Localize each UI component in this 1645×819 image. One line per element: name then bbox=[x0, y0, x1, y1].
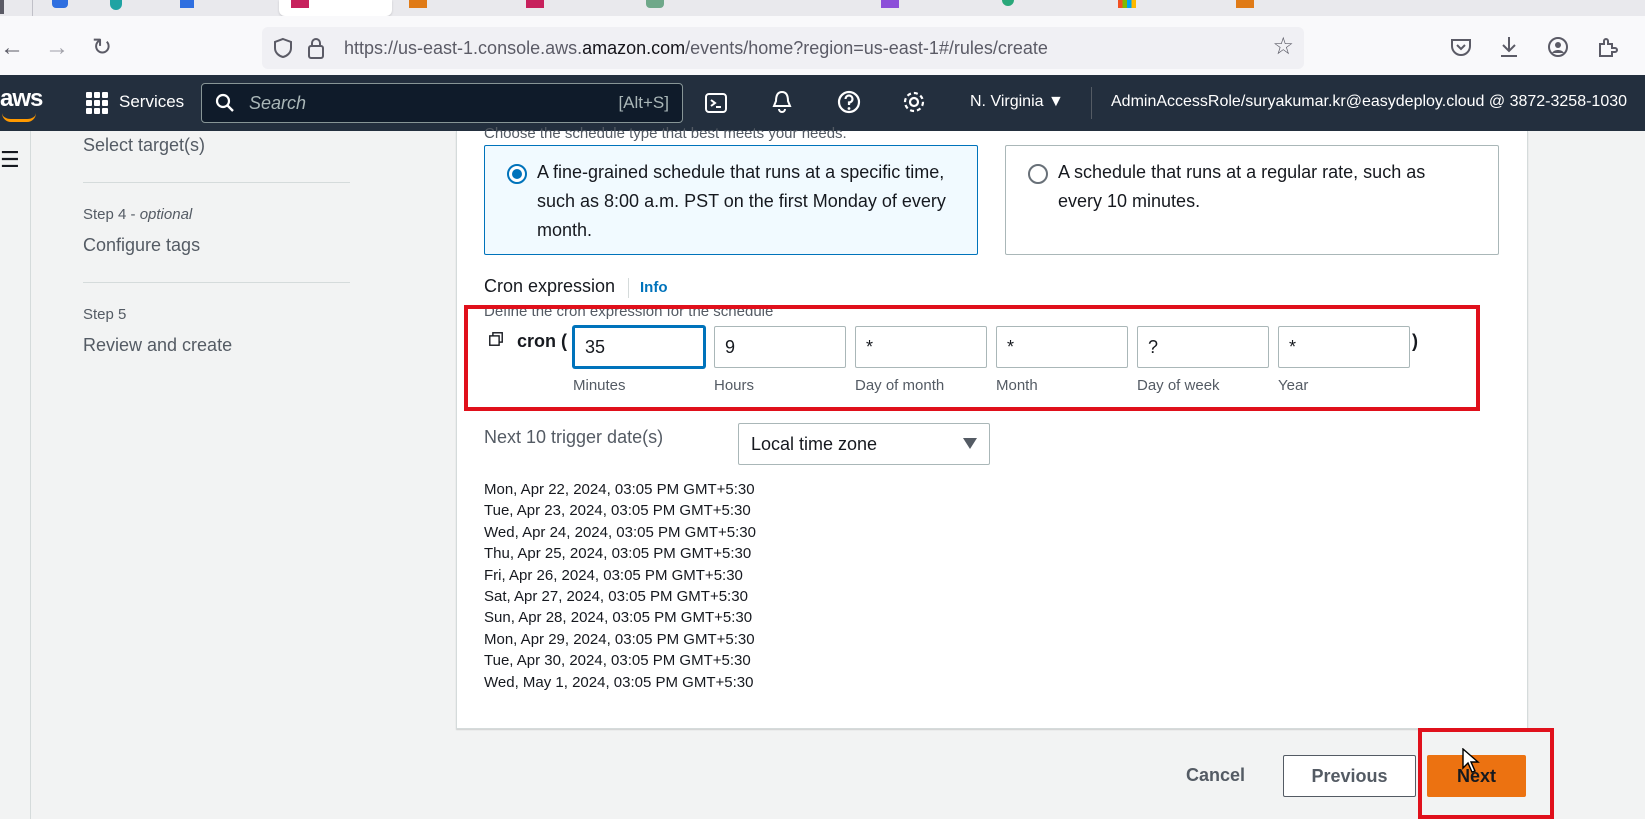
active-tab[interactable] bbox=[279, 0, 392, 16]
services-grid-icon[interactable] bbox=[86, 92, 108, 114]
shield-icon[interactable] bbox=[272, 37, 294, 59]
forward-icon[interactable]: → bbox=[45, 36, 69, 60]
aws-logo-smile bbox=[2, 113, 36, 122]
tab-favicon[interactable] bbox=[409, 0, 427, 8]
next-trigger-dates-label: Next 10 trigger date(s) bbox=[484, 427, 664, 447]
trigger-date-list: Mon, Apr 22, 2024, 03:05 PM GMT+5:30 Tue… bbox=[484, 479, 756, 693]
caret-down-icon bbox=[963, 438, 977, 449]
schedule-type-description: Choose the schedule type that best meets… bbox=[484, 125, 847, 142]
highlight-box-cron bbox=[464, 305, 1480, 411]
search-input[interactable]: Search [Alt+S] bbox=[201, 83, 683, 123]
url-text[interactable]: https://us-east-1.console.aws.amazon.com… bbox=[344, 38, 1048, 59]
account-menu[interactable]: AdminAccessRole/suryakumar.kr@easydeploy… bbox=[1111, 93, 1627, 111]
highlight-box-next bbox=[1418, 728, 1554, 819]
step-select-targets[interactable]: Select target(s) bbox=[83, 135, 205, 156]
tab-favicon[interactable] bbox=[1236, 0, 1254, 8]
step-divider bbox=[83, 282, 350, 283]
back-icon[interactable]: ← bbox=[0, 36, 24, 60]
trigger-date: Wed, May 1, 2024, 03:05 PM GMT+5:30 bbox=[484, 673, 754, 691]
radio-cron[interactable] bbox=[507, 164, 527, 184]
tab-favicon[interactable] bbox=[646, 0, 664, 8]
cloudshell-icon[interactable] bbox=[704, 91, 728, 115]
browser-toolbar: ← → ↻ https://us-east-1.console.aws.amaz… bbox=[0, 16, 1645, 75]
schedule-option-rate[interactable]: A schedule that runs at a regular rate, … bbox=[1005, 145, 1499, 255]
radio-rate[interactable] bbox=[1028, 164, 1048, 184]
trigger-date: Tue, Apr 30, 2024, 03:05 PM GMT+5:30 bbox=[484, 652, 751, 670]
help-icon[interactable] bbox=[836, 89, 862, 115]
cancel-button[interactable]: Cancel bbox=[1186, 765, 1245, 786]
services-menu[interactable]: Services bbox=[119, 92, 184, 112]
menu-icon[interactable]: ☰ bbox=[0, 147, 20, 173]
step-configure-tags[interactable]: Configure tags bbox=[83, 235, 200, 256]
step-label: Step 4 - optional bbox=[83, 206, 193, 223]
search-icon bbox=[215, 93, 234, 112]
timezone-value: Local time zone bbox=[751, 434, 878, 454]
tab-favicon bbox=[291, 0, 309, 8]
step-review-create[interactable]: Review and create bbox=[83, 335, 232, 356]
cron-expression-label: Cron expression bbox=[484, 276, 616, 296]
side-nav-collapsed: ☰ bbox=[0, 131, 31, 819]
gear-icon[interactable] bbox=[901, 89, 927, 115]
trigger-date: Sat, Apr 27, 2024, 03:05 PM GMT+5:30 bbox=[484, 588, 748, 606]
tab-favicon[interactable] bbox=[0, 0, 4, 14]
schedule-pattern-panel: Choose the schedule type that best meets… bbox=[456, 125, 1528, 729]
cron-info-link[interactable]: Info bbox=[640, 279, 668, 296]
tab-favicon[interactable] bbox=[1002, 0, 1014, 6]
trigger-date: Fri, Apr 26, 2024, 03:05 PM GMT+5:30 bbox=[484, 566, 743, 584]
tab-favicon[interactable] bbox=[110, 0, 122, 10]
tab-favicon[interactable] bbox=[1118, 0, 1136, 8]
extensions-icon[interactable] bbox=[1596, 36, 1618, 58]
step-divider bbox=[83, 182, 350, 183]
aws-logo[interactable]: aws bbox=[0, 85, 43, 113]
previous-button[interactable]: Previous bbox=[1283, 755, 1416, 797]
trigger-date: Sun, Apr 28, 2024, 03:05 PM GMT+5:30 bbox=[484, 609, 753, 627]
pocket-icon[interactable] bbox=[1450, 37, 1472, 57]
option-rate-label: A schedule that runs at a regular rate, … bbox=[1058, 162, 1426, 211]
trigger-date: Mon, Apr 22, 2024, 03:05 PM GMT+5:30 bbox=[484, 481, 755, 498]
trigger-date: Tue, Apr 23, 2024, 03:05 PM GMT+5:30 bbox=[484, 502, 751, 520]
tab-favicon[interactable] bbox=[526, 0, 544, 8]
lock-icon[interactable] bbox=[306, 36, 326, 60]
browser-tab-strip bbox=[0, 0, 1645, 16]
search-placeholder: Search bbox=[249, 93, 307, 113]
step-label: Step 5 bbox=[83, 306, 127, 323]
tab-favicon[interactable] bbox=[881, 0, 899, 8]
aws-console-header: aws Services Search [Alt+S] N. Virginia … bbox=[0, 75, 1645, 131]
option-cron-label: A fine-grained schedule that runs at a s… bbox=[537, 162, 946, 240]
search-shortcut: [Alt+S] bbox=[618, 93, 669, 112]
bell-icon[interactable] bbox=[770, 89, 794, 115]
trigger-date: Thu, Apr 25, 2024, 03:05 PM GMT+5:30 bbox=[484, 545, 752, 563]
tab-favicon[interactable] bbox=[52, 0, 68, 8]
region-selector[interactable]: N. Virginia ▼ bbox=[970, 93, 1064, 111]
bookmark-star-icon[interactable]: ☆ bbox=[1272, 35, 1294, 59]
download-icon[interactable] bbox=[1498, 35, 1520, 59]
trigger-date: Mon, Apr 29, 2024, 03:05 PM GMT+5:30 bbox=[484, 630, 755, 648]
tab-separator bbox=[32, 0, 33, 16]
header-divider bbox=[1091, 87, 1092, 119]
trigger-date: Wed, Apr 24, 2024, 03:05 PM GMT+5:30 bbox=[484, 523, 756, 541]
schedule-option-cron[interactable]: A fine-grained schedule that runs at a s… bbox=[484, 145, 978, 255]
mouse-cursor-icon bbox=[1462, 748, 1480, 773]
tab-favicon[interactable] bbox=[180, 0, 194, 8]
timezone-select[interactable]: Local time zone bbox=[738, 423, 990, 465]
address-bar[interactable]: https://us-east-1.console.aws.amazon.com… bbox=[262, 27, 1304, 69]
account-icon[interactable] bbox=[1547, 36, 1569, 58]
info-divider bbox=[628, 278, 629, 298]
reload-icon[interactable]: ↻ bbox=[92, 36, 112, 60]
